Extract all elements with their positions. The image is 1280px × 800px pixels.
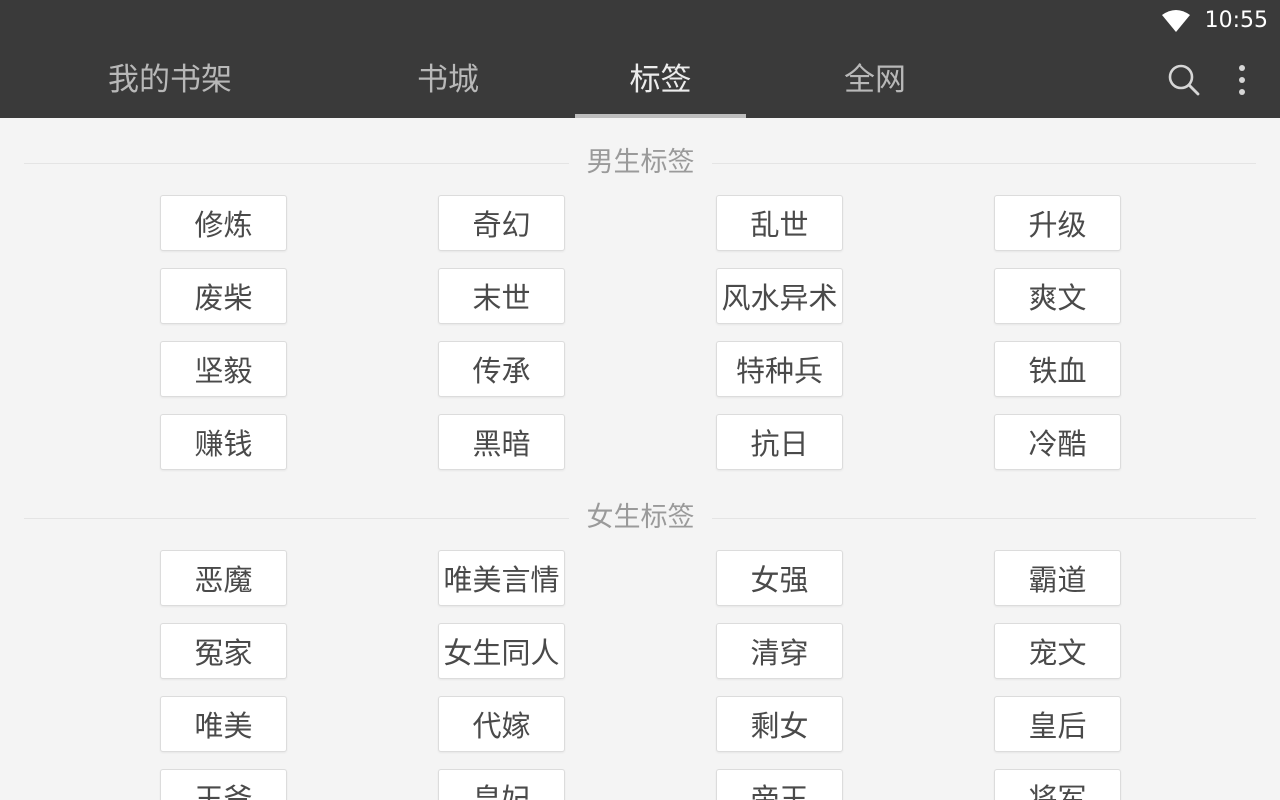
divider bbox=[712, 518, 1256, 519]
tag-button[interactable]: 末世 bbox=[438, 268, 565, 324]
divider bbox=[24, 518, 569, 519]
tag-button[interactable]: 黑暗 bbox=[438, 414, 565, 470]
tag-button[interactable]: 女强 bbox=[716, 550, 843, 606]
tag-button[interactable]: 清穿 bbox=[716, 623, 843, 679]
tag-button[interactable]: 传承 bbox=[438, 341, 565, 397]
clock: 10:55 bbox=[1204, 8, 1268, 33]
tag-button[interactable]: 风水异术 bbox=[716, 268, 843, 324]
status-bar: 10:55 bbox=[1161, 6, 1268, 36]
tab-bookstore[interactable]: 书城 bbox=[358, 54, 538, 118]
tag-button[interactable]: 抗日 bbox=[716, 414, 843, 470]
tag-button[interactable]: 修炼 bbox=[160, 195, 287, 251]
tag-button[interactable]: 爽文 bbox=[994, 268, 1121, 324]
tag-button[interactable]: 废柴 bbox=[160, 268, 287, 324]
tag-button[interactable]: 将军 bbox=[994, 769, 1121, 800]
tag-button[interactable]: 坚毅 bbox=[160, 341, 287, 397]
tag-button[interactable]: 霸道 bbox=[994, 550, 1121, 606]
search-button[interactable] bbox=[1162, 58, 1206, 102]
tag-button[interactable]: 恶魔 bbox=[160, 550, 287, 606]
tag-button[interactable]: 王爷 bbox=[160, 769, 287, 800]
wifi-icon bbox=[1161, 10, 1190, 32]
search-icon bbox=[1168, 64, 1200, 96]
tag-button[interactable]: 唯美 bbox=[160, 696, 287, 752]
tag-button[interactable]: 赚钱 bbox=[160, 414, 287, 470]
tag-button[interactable]: 代嫁 bbox=[438, 696, 565, 752]
tab-whole-web[interactable]: 全网 bbox=[785, 54, 965, 118]
male-section-header: 男生标签 bbox=[24, 143, 1256, 183]
tag-button[interactable]: 铁血 bbox=[994, 341, 1121, 397]
more-menu-button[interactable] bbox=[1222, 58, 1262, 102]
tab-my-bookshelf[interactable]: 我的书架 bbox=[70, 54, 270, 118]
male-tag-grid: 修炼 奇幻 乱世 升级 废柴 末世 风水异术 爽文 坚毅 传承 特种兵 铁血 赚… bbox=[160, 195, 1121, 470]
tag-button[interactable]: 剩女 bbox=[716, 696, 843, 752]
tag-button[interactable]: 皇后 bbox=[994, 696, 1121, 752]
app-bar: 10:55 我的书架 书城 标签 全网 bbox=[0, 0, 1280, 118]
tag-button[interactable]: 奇幻 bbox=[438, 195, 565, 251]
tag-button[interactable]: 冷酷 bbox=[994, 414, 1121, 470]
tag-list[interactable]: 男生标签 修炼 奇幻 乱世 升级 废柴 末世 风水异术 爽文 坚毅 传承 特种兵… bbox=[0, 118, 1280, 800]
female-section-title: 女生标签 bbox=[586, 502, 695, 533]
divider bbox=[24, 163, 569, 164]
tag-button[interactable]: 帝王 bbox=[716, 769, 843, 800]
tag-button[interactable]: 皇妃 bbox=[438, 769, 565, 800]
tag-button[interactable]: 女生同人 bbox=[438, 623, 565, 679]
divider bbox=[712, 163, 1256, 164]
tag-button[interactable]: 冤家 bbox=[160, 623, 287, 679]
tag-button[interactable]: 特种兵 bbox=[716, 341, 843, 397]
tab-tags[interactable]: 标签 bbox=[575, 54, 746, 118]
tag-button[interactable]: 唯美言情 bbox=[438, 550, 565, 606]
tag-button[interactable]: 乱世 bbox=[716, 195, 843, 251]
tag-button[interactable]: 升级 bbox=[994, 195, 1121, 251]
female-section-header: 女生标签 bbox=[24, 498, 1256, 538]
female-tag-grid: 恶魔 唯美言情 女强 霸道 冤家 女生同人 清穿 宠文 唯美 代嫁 剩女 皇后 … bbox=[160, 550, 1121, 800]
tag-button[interactable]: 宠文 bbox=[994, 623, 1121, 679]
more-vert-icon bbox=[1239, 65, 1245, 95]
male-section-title: 男生标签 bbox=[586, 147, 695, 178]
